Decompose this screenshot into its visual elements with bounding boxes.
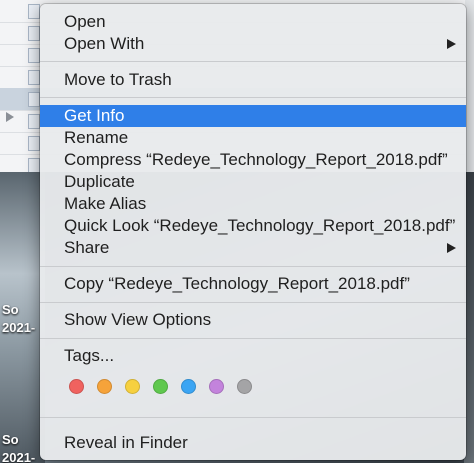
submenu-arrow-icon [447,39,456,49]
menu-item-copy[interactable]: Copy “Redeye_Technology_Report_2018.pdf” [40,273,466,295]
menu-item-tags[interactable]: Tags... [40,345,466,367]
menu-item-make-alias[interactable]: Make Alias [40,193,466,215]
window-edge [465,0,474,172]
tag-blue-dot[interactable] [181,379,196,394]
desktop-file-label[interactable]: 2021- [2,320,35,335]
menu-item-reveal-in-finder[interactable]: Reveal in Finder [40,432,466,454]
menu-item-get-info[interactable]: Get Info [40,105,466,127]
document-icon [28,114,40,129]
document-icon [28,4,40,19]
menu-item-label: Open With [64,34,145,53]
tag-yellow-dot[interactable] [125,379,140,394]
desktop-file-label[interactable]: So [2,432,19,447]
tag-orange-dot[interactable] [97,379,112,394]
wallpaper-rock [0,172,45,463]
tag-green-dot[interactable] [153,379,168,394]
menu-item-compress[interactable]: Compress “Redeye_Technology_Report_2018.… [40,149,466,171]
menu-separator [40,338,466,339]
tag-purple-dot[interactable] [209,379,224,394]
desktop-file-label[interactable]: 2021- [2,450,35,463]
menu-item-label: Share [64,238,110,257]
tag-red-dot[interactable] [69,379,84,394]
menu-item-share[interactable]: Share [40,237,466,259]
document-icon [28,158,40,173]
desktop-file-label[interactable]: So [2,302,19,317]
submenu-arrow-icon [447,243,456,253]
menu-item-rename[interactable]: Rename [40,127,466,149]
menu-item-open[interactable]: Open [40,11,466,33]
document-icon [28,92,40,107]
menu-separator [40,266,466,267]
menu-separator [40,417,466,418]
menu-separator [40,61,466,62]
menu-item-move-to-trash[interactable]: Move to Trash [40,69,466,91]
tag-gray-dot[interactable] [237,379,252,394]
menu-item-duplicate[interactable]: Duplicate [40,171,466,193]
menu-separator [40,97,466,98]
menu-item-quick-look[interactable]: Quick Look “Redeye_Technology_Report_201… [40,215,466,237]
document-icon [28,48,40,63]
menu-item-open-with[interactable]: Open With [40,33,466,55]
menu-separator [40,302,466,303]
document-icon [28,26,40,41]
document-icon [28,136,40,151]
context-menu: Open Open With Move to Trash Get Info Re… [40,4,466,460]
document-icon [28,70,40,85]
menu-item-show-view-options[interactable]: Show View Options [40,309,466,331]
disclosure-triangle-icon[interactable] [6,112,14,122]
